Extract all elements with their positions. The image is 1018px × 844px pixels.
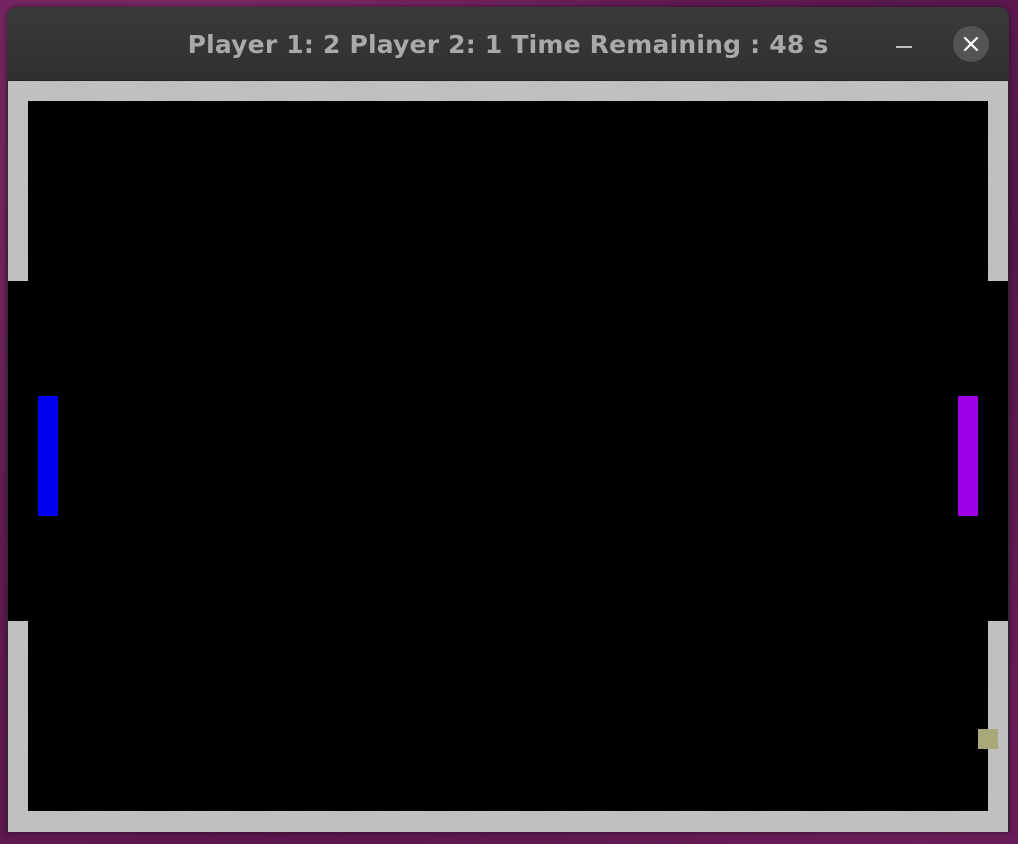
bottom-wall <box>8 811 1008 832</box>
close-icon <box>963 36 979 52</box>
title-bar[interactable]: Player 1: 2 Player 2: 1 Time Remaining :… <box>7 7 1009 81</box>
ball <box>978 729 998 749</box>
close-button[interactable] <box>953 26 989 62</box>
game-field[interactable] <box>8 81 1008 832</box>
left-wall-upper <box>8 81 28 281</box>
minimize-icon <box>896 46 912 48</box>
right-wall-lower <box>988 621 1008 832</box>
left-wall-lower <box>8 621 28 832</box>
player2-paddle[interactable] <box>958 396 978 516</box>
right-wall-upper <box>988 81 1008 281</box>
minimize-button[interactable] <box>889 29 919 59</box>
game-window: Player 1: 2 Player 2: 1 Time Remaining :… <box>7 7 1009 832</box>
window-title: Player 1: 2 Player 2: 1 Time Remaining :… <box>187 30 829 59</box>
top-wall <box>8 81 1008 101</box>
player1-paddle[interactable] <box>38 396 58 516</box>
